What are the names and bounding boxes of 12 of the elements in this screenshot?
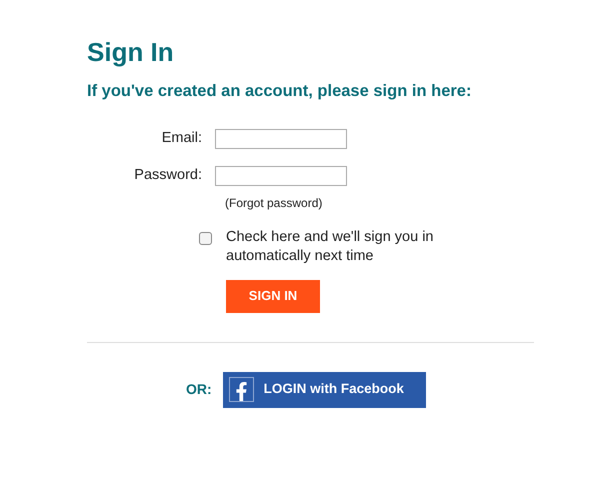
remember-checkbox[interactable] bbox=[199, 232, 212, 244]
remember-label: Check here and we'll sign you in automatically next time bbox=[226, 228, 434, 266]
input-field[interactable] bbox=[215, 128, 347, 149]
page-title: Sign In bbox=[87, 36, 174, 68]
forgot-password-link[interactable]: (Forgot password) bbox=[225, 196, 322, 210]
field-label: Password: bbox=[134, 166, 202, 183]
instruction-text: If you've created an account, please sign in here: bbox=[87, 81, 472, 102]
or-label: OR: bbox=[186, 380, 212, 399]
facebook-login-button[interactable]: LOGIN with Facebook bbox=[222, 372, 426, 408]
input-field[interactable] bbox=[215, 166, 347, 186]
field-label: Email: bbox=[162, 130, 202, 146]
facebook-icon bbox=[228, 377, 254, 402]
